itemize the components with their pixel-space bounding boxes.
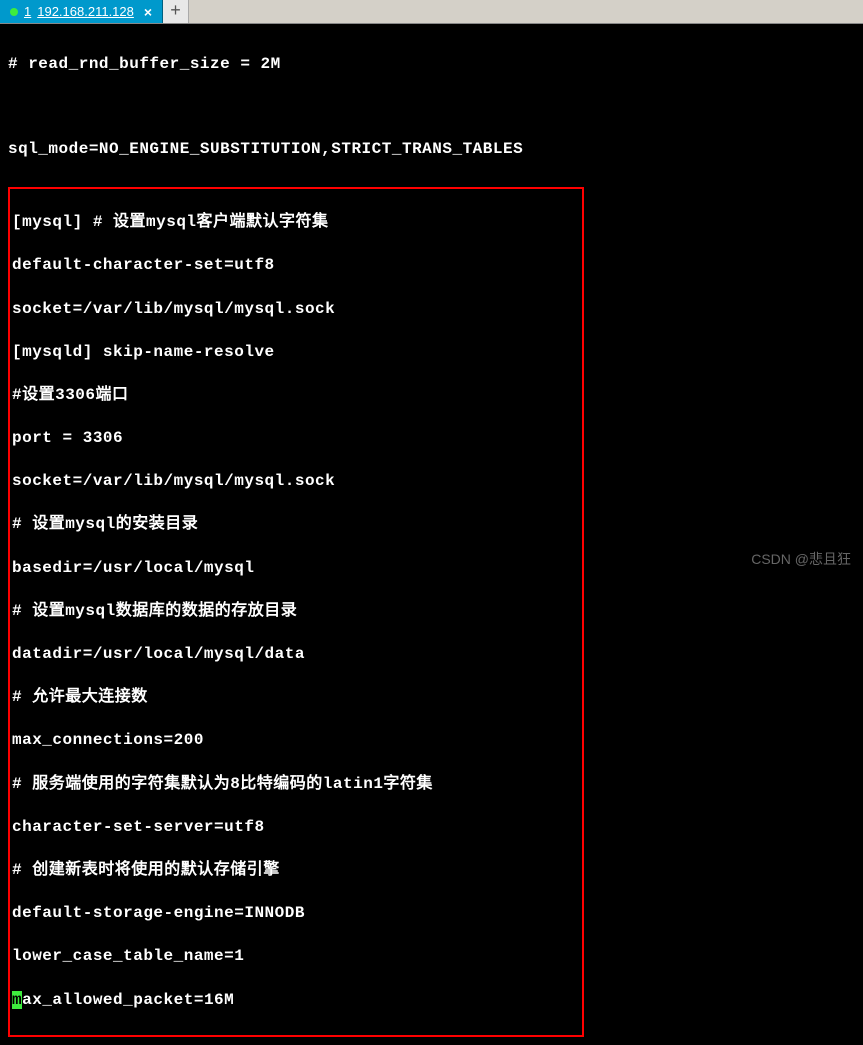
config-line: basedir=/usr/local/mysql [12, 558, 582, 580]
config-line: lower_case_table_name=1 [12, 946, 582, 968]
config-line: default-storage-engine=INNODB [12, 903, 582, 925]
config-line: [mysql] # 设置mysql客户端默认字符集 [12, 212, 582, 234]
config-line: # read_rnd_buffer_size = 2M [8, 54, 855, 76]
terminal-output[interactable]: # read_rnd_buffer_size = 2M sql_mode=NO_… [0, 24, 863, 1045]
config-line: # 服务端使用的字符集默认为8比特编码的latin1字符集 [12, 774, 582, 796]
config-line: # 设置mysql的安装目录 [12, 514, 582, 536]
config-line: datadir=/usr/local/mysql/data [12, 644, 582, 666]
config-line: #设置3306端口 [12, 385, 582, 407]
connection-status-dot [10, 8, 18, 16]
tab-number: 1 [24, 4, 31, 19]
close-icon[interactable]: × [144, 4, 152, 20]
config-line: # 设置mysql数据库的数据的存放目录 [12, 601, 582, 623]
config-line: port = 3306 [12, 428, 582, 450]
active-tab[interactable]: 1 192.168.211.128 × [0, 0, 163, 23]
config-line-cursor: max_allowed_packet=16M [12, 990, 582, 1012]
config-line: socket=/var/lib/mysql/mysql.sock [12, 471, 582, 493]
tab-bar: 1 192.168.211.128 × + [0, 0, 863, 24]
watermark-text: CSDN @悲且狂 [751, 549, 851, 569]
config-text: ax_allowed_packet=16M [22, 991, 234, 1009]
config-line: sql_mode=NO_ENGINE_SUBSTITUTION,STRICT_T… [8, 139, 855, 161]
config-line: # 允许最大连接数 [12, 687, 582, 709]
config-line: [mysqld] skip-name-resolve [12, 342, 582, 364]
new-tab-button[interactable]: + [163, 0, 189, 23]
config-line: # 创建新表时将使用的默认存储引擎 [12, 860, 582, 882]
terminal-cursor: m [12, 991, 22, 1009]
tab-title: 192.168.211.128 [37, 4, 134, 19]
highlighted-config-block: [mysql] # 设置mysql客户端默认字符集 default-charac… [8, 187, 584, 1037]
config-line: socket=/var/lib/mysql/mysql.sock [12, 299, 582, 321]
config-line: character-set-server=utf8 [12, 817, 582, 839]
plus-icon: + [170, 2, 181, 22]
blank-line [8, 97, 855, 118]
config-line: default-character-set=utf8 [12, 255, 582, 277]
config-line: max_connections=200 [12, 730, 582, 752]
